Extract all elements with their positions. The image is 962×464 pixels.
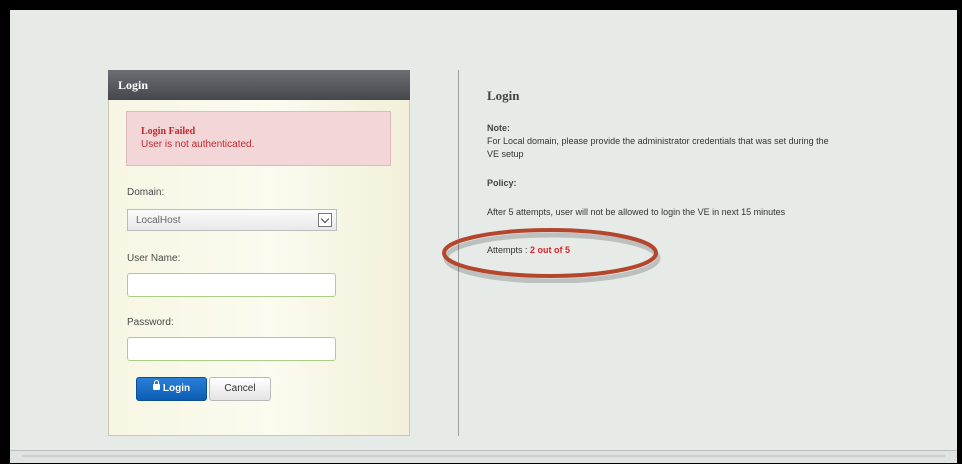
- password-input[interactable]: [127, 337, 336, 361]
- error-message: User is not authenticated.: [141, 139, 255, 150]
- login-panel: Login Login Failed User is not authentic…: [108, 70, 410, 436]
- domain-select-value: LocalHost: [136, 215, 181, 226]
- login-button[interactable]: Login: [136, 377, 207, 401]
- username-label: User Name:: [127, 253, 181, 264]
- cancel-button[interactable]: Cancel: [209, 377, 271, 401]
- scrollbar-track[interactable]: [22, 455, 945, 457]
- chevron-down-icon[interactable]: [318, 213, 332, 227]
- annotation-ellipse: [442, 228, 661, 283]
- login-panel-header: Login: [108, 70, 410, 100]
- login-error-alert: Login Failed User is not authenticated.: [126, 111, 391, 166]
- login-button-label: Login: [162, 383, 191, 394]
- note-text: For Local domain, please provide the adm…: [487, 136, 829, 159]
- lock-icon: [152, 380, 160, 391]
- info-title: Login: [487, 88, 520, 103]
- error-title: Login Failed: [141, 126, 196, 137]
- username-input[interactable]: [127, 273, 336, 297]
- horizontal-scrollbar[interactable]: [10, 450, 957, 463]
- policy-label: Policy:: [487, 178, 517, 188]
- note-label: Note:: [487, 123, 510, 133]
- domain-label: Domain:: [127, 187, 165, 198]
- password-label: Password:: [127, 317, 174, 328]
- domain-select[interactable]: LocalHost: [127, 209, 337, 231]
